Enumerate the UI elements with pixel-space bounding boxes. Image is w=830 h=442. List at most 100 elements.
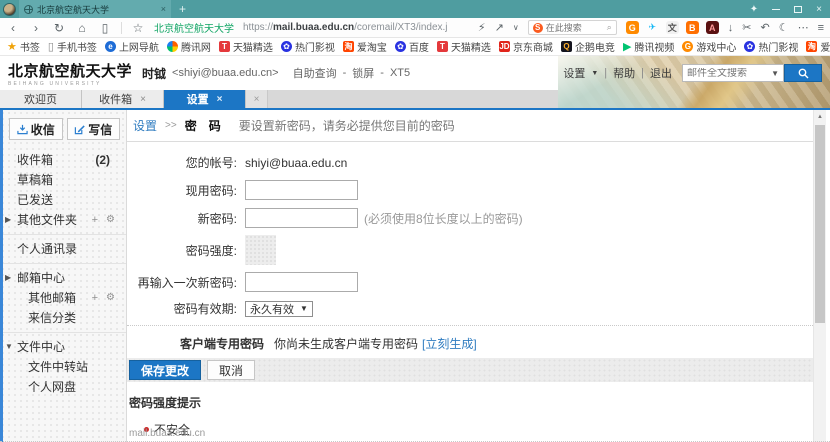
bookmark-icon: ★ <box>7 41 17 52</box>
sidebar-item-邮箱中心[interactable]: ▶邮箱中心 <box>0 268 126 288</box>
ghost-tab-close-icon[interactable]: × <box>246 90 268 108</box>
scroll-up-arrow-icon[interactable]: ▲ <box>814 110 826 123</box>
bookmark-item[interactable]: ★书签 <box>7 39 40 54</box>
browser-profile-avatar[interactable] <box>3 3 16 16</box>
lock-screen-link[interactable]: 锁屏 <box>352 65 374 81</box>
quick-search-box[interactable]: S ⌕ <box>528 20 617 35</box>
tab-close-icon[interactable]: × <box>217 94 223 105</box>
theme-icon[interactable]: ✦ <box>750 4 758 15</box>
logout-link[interactable]: 退出 <box>650 65 672 81</box>
more-icon[interactable]: ⋯ <box>798 21 809 34</box>
address-bar[interactable]: https://mail.buaa.edu.cn/coremail/XT3/in… <box>243 22 448 33</box>
compose-mail-button[interactable]: 写信 <box>67 118 121 140</box>
bookmark-item[interactable]: 淘爱淘宝 <box>343 39 387 54</box>
night-mode-icon[interactable]: ☾ <box>779 21 789 34</box>
page-scrollbar[interactable]: ▲ <box>813 110 826 442</box>
mail-tab-欢迎页[interactable]: 欢迎页 <box>0 90 82 108</box>
settings-caret-icon[interactable]: ▼ <box>591 70 598 77</box>
new-tab-button[interactable]: + <box>179 2 186 16</box>
bookmark-item[interactable]: JD京东商城 <box>499 39 553 54</box>
search-icon[interactable]: ⌕ <box>607 22 612 33</box>
bookmark-item[interactable]: ✿百度 <box>395 39 429 54</box>
mail-tab-设置[interactable]: 设置× <box>164 90 246 108</box>
game-extension-icon[interactable]: G <box>626 21 639 34</box>
quick-search-input[interactable] <box>546 23 604 33</box>
self-service-link[interactable]: 自助查询 <box>293 65 337 81</box>
sidebar-item-其他邮箱[interactable]: 其他邮箱+⚙ <box>0 288 126 308</box>
mail-search-caret-icon[interactable]: ▼ <box>771 69 783 78</box>
bookmark-item[interactable]: ▶腾讯视频 <box>623 39 674 54</box>
browser-tab[interactable]: 北京航空航天大学 × <box>19 0 171 18</box>
sidebar-item-来信分类[interactable]: 来信分类 <box>0 308 126 328</box>
nav-separator: - <box>380 67 384 79</box>
sidebar-item-文件中心[interactable]: ▼文件中心 <box>0 337 126 357</box>
mail-search-box[interactable]: ▼ <box>682 64 784 82</box>
tab-close-icon[interactable]: × <box>140 94 146 105</box>
download-icon[interactable]: ↓ <box>728 22 734 34</box>
current-password-input[interactable] <box>245 180 358 200</box>
generate-now-link[interactable]: [立刻生成] <box>422 335 477 352</box>
bookmark-star-icon[interactable]: ☆ <box>131 21 145 35</box>
version-link[interactable]: XT5 <box>390 67 410 79</box>
chevron-down-icon[interactable]: ∨ <box>513 23 519 32</box>
account-row: 您的帐号: shiyi@buaa.edu.cn <box>127 154 813 171</box>
help-link[interactable]: 帮助 <box>613 65 635 81</box>
settings-link[interactable]: 设置 <box>563 65 585 81</box>
confirm-password-input[interactable] <box>245 272 358 292</box>
sidebar-item-其他文件夹[interactable]: ▶其他文件夹+⚙ <box>0 210 126 230</box>
share-icon[interactable]: ↗ <box>495 21 504 34</box>
bookmark-item[interactable]: 腾讯网 <box>167 39 211 54</box>
adobe-extension-icon[interactable]: A <box>706 21 719 34</box>
forward-icon[interactable]: › <box>29 21 43 35</box>
validity-select[interactable]: 永久有效 ▼ <box>245 301 313 317</box>
scrollbar-thumb[interactable] <box>815 125 825 323</box>
home-icon[interactable]: ⌂ <box>75 21 89 35</box>
tab-close-icon[interactable]: × <box>161 4 166 14</box>
cancel-button[interactable]: 取消 <box>207 360 255 380</box>
bookmark-item[interactable]: e上网导航 <box>105 39 159 54</box>
bookmark-item[interactable]: T天猫精选 <box>219 39 273 54</box>
flash-icon[interactable]: ⚡ <box>478 21 486 34</box>
bookmark-item[interactable]: Q企鹅电竞 <box>561 39 615 54</box>
bookmark-item[interactable]: G游戏中心 <box>682 39 736 54</box>
add-folder-icon[interactable]: + <box>92 210 98 230</box>
restore-icon[interactable] <box>794 6 802 13</box>
menu-icon[interactable]: ≡ <box>818 22 824 34</box>
mail-search-input[interactable] <box>683 68 771 79</box>
translate-extension-icon[interactable]: 文 <box>666 21 679 34</box>
shop-bag-extension-icon[interactable]: B <box>686 21 699 34</box>
sidebar-item-草稿箱[interactable]: 草稿箱 <box>0 170 126 190</box>
new-password-input[interactable] <box>245 208 358 228</box>
bookmark-item[interactable]: ▯手机书签 <box>48 39 97 54</box>
undo-icon[interactable]: ↶ <box>760 21 769 34</box>
bookmark-item[interactable]: ✿热门影视 <box>281 39 335 54</box>
clip-icon[interactable]: ✂ <box>742 21 751 34</box>
breadcrumb-settings-link[interactable]: 设置 <box>133 117 157 134</box>
bookmark-item[interactable]: T天猫精选 <box>437 39 491 54</box>
nav-separator: - <box>343 67 347 79</box>
reader-icon[interactable]: ▯ <box>98 21 112 35</box>
sidebar-item-收件箱[interactable]: 收件箱(2) <box>0 150 126 170</box>
bookmark-icon: T <box>437 41 448 52</box>
save-changes-button[interactable]: 保存更改 <box>129 360 201 380</box>
minimize-icon[interactable] <box>772 9 780 10</box>
bookmark-item[interactable]: 淘爱淘宝 <box>806 39 830 54</box>
back-icon[interactable]: ‹ <box>6 21 20 35</box>
receive-mail-button[interactable]: 收信 <box>9 118 63 140</box>
bookmark-item[interactable]: ✿热门影视 <box>744 39 798 54</box>
mail-search-button[interactable] <box>784 64 822 82</box>
sidebar-item-个人通讯录[interactable]: 个人通讯录 <box>0 239 126 259</box>
add-folder-icon[interactable]: + <box>92 288 98 308</box>
bird-extension-icon[interactable]: ✈ <box>646 21 659 34</box>
expand-arrow-icon[interactable]: ▼ <box>5 337 13 357</box>
gear-icon[interactable]: ⚙ <box>106 288 115 308</box>
close-icon[interactable]: × <box>816 4 822 15</box>
sidebar-item-个人网盘[interactable]: 个人网盘 <box>0 377 126 397</box>
sidebar-item-已发送[interactable]: 已发送 <box>0 190 126 210</box>
mail-tab-收件箱[interactable]: 收件箱× <box>82 90 164 108</box>
expand-arrow-icon[interactable]: ▶ <box>5 210 11 230</box>
gear-icon[interactable]: ⚙ <box>106 210 115 230</box>
expand-arrow-icon[interactable]: ▶ <box>5 268 11 288</box>
sidebar-item-文件中转站[interactable]: 文件中转站 <box>0 357 126 377</box>
refresh-icon[interactable]: ↻ <box>52 21 66 35</box>
